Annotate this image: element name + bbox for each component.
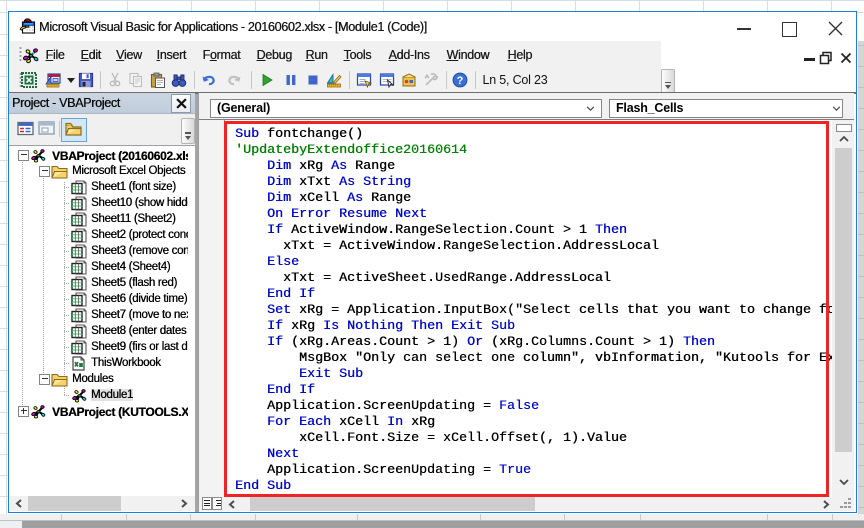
svg-text:?: ?: [456, 75, 463, 87]
